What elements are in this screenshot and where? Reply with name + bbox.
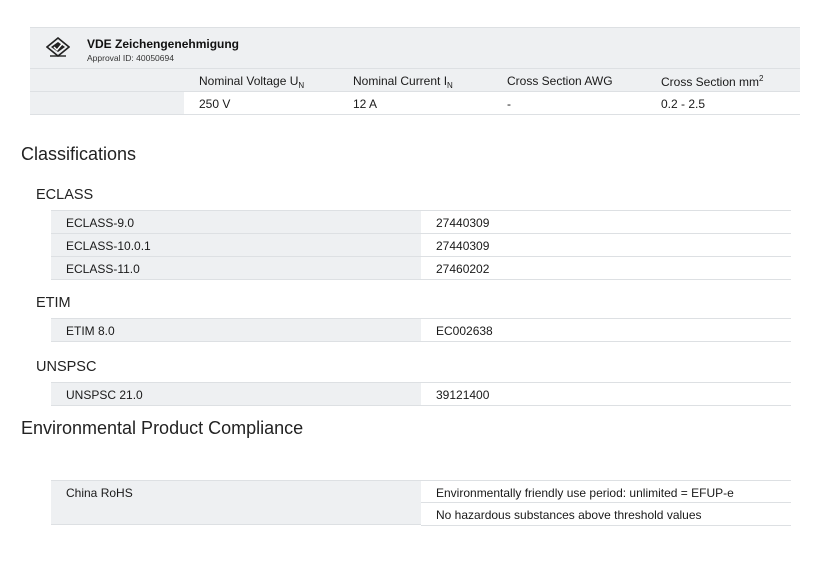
row-value: Environmentally friendly use period: unl… (436, 486, 734, 500)
approval-section: VDE Zeichengenehmigung Approval ID: 4005… (30, 27, 800, 115)
row-value: 27460202 (436, 262, 490, 276)
row-value: 27440309 (436, 239, 490, 253)
approval-title: VDE Zeichengenehmigung (87, 37, 240, 51)
table-row: Environmentally friendly use period: unl… (421, 480, 791, 503)
compliance-heading: Environmental Product Compliance (21, 418, 304, 438)
unspsc-table: UNSPSC 21.0 39121400 (51, 382, 791, 406)
eclass-table: ECLASS-9.0 27440309 ECLASS-10.0.1 274403… (51, 210, 791, 280)
table-row: ETIM 8.0 EC002638 (51, 318, 791, 342)
col-cross-section-awg: Cross Section AWG (507, 74, 613, 88)
row-key: UNSPSC 21.0 (66, 388, 143, 402)
table-row: UNSPSC 21.0 39121400 (51, 382, 791, 406)
value-nominal-voltage: 250 V (199, 97, 231, 111)
table-row: ECLASS-9.0 27440309 (51, 210, 791, 233)
row-key: ETIM 8.0 (66, 324, 115, 338)
value-nominal-current: 12 A (353, 97, 378, 111)
approval-header: VDE Zeichengenehmigung Approval ID: 4005… (30, 27, 800, 68)
classifications-heading: Classifications (21, 144, 137, 164)
unspsc-heading: UNSPSC (36, 359, 97, 375)
row-key: ECLASS-11.0 (66, 262, 140, 276)
vde-logo-icon (46, 37, 70, 57)
col-cross-section-mm: Cross Section mm2 (661, 74, 764, 89)
row-value: 27440309 (436, 216, 490, 230)
etim-table: ETIM 8.0 EC002638 (51, 318, 791, 342)
row-value: EC002638 (436, 324, 493, 338)
row-key: ECLASS-9.0 (66, 216, 135, 230)
row-key: China RoHS (66, 486, 133, 500)
col-nominal-current: Nominal Current IN (353, 74, 453, 90)
row-key: ECLASS-10.0.1 (66, 239, 151, 253)
table-row: ECLASS-10.0.1 27440309 (51, 233, 791, 256)
table-row: ECLASS-11.0 27460202 (51, 256, 791, 280)
approval-id: Approval ID: 40050694 (87, 53, 174, 63)
value-cross-section-awg: - (507, 97, 511, 111)
value-cross-section-mm: 0.2 - 2.5 (661, 97, 706, 111)
approval-values-row: 250 V 12 A - 0.2 - 2.5 (30, 91, 800, 115)
table-row: No hazardous substances above threshold … (421, 502, 791, 526)
row-value: 39121400 (436, 388, 490, 402)
eclass-heading: ECLASS (36, 187, 94, 203)
row-value: No hazardous substances above threshold … (436, 508, 702, 522)
etim-heading: ETIM (36, 295, 71, 311)
col-nominal-voltage: Nominal Voltage UN (199, 74, 305, 90)
approval-column-headers: Nominal Voltage UN Nominal Current IN Cr… (30, 68, 800, 91)
